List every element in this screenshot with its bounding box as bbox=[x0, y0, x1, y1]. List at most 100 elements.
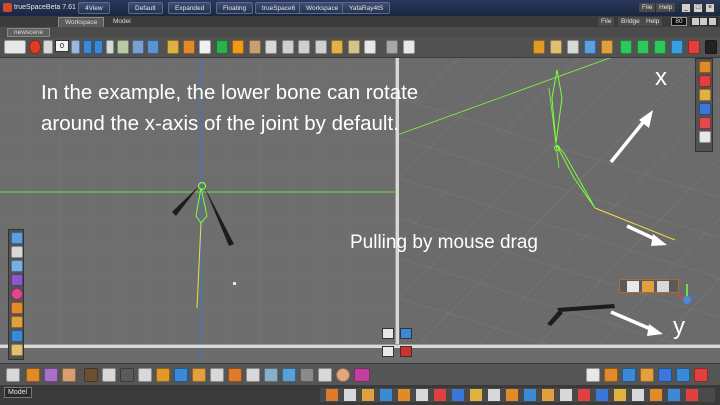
status-icon-11[interactable] bbox=[506, 389, 518, 401]
side-render-icon[interactable] bbox=[699, 117, 711, 129]
bottom-deform-icon[interactable] bbox=[44, 368, 58, 382]
side-select-icon[interactable] bbox=[11, 232, 23, 244]
layout-tab-expanded[interactable]: Expanded bbox=[168, 2, 212, 14]
bottom-bones-icon[interactable] bbox=[318, 368, 332, 382]
close-button[interactable]: × bbox=[705, 3, 715, 13]
arrow-down-icon[interactable] bbox=[403, 40, 415, 54]
joint-tool-icon[interactable] bbox=[315, 40, 327, 54]
widget-rotate-icon[interactable] bbox=[642, 281, 654, 292]
bottom-mesh-icon[interactable] bbox=[282, 368, 296, 382]
status-icon-8[interactable] bbox=[452, 389, 464, 401]
bottom-path-icon[interactable] bbox=[264, 368, 278, 382]
status-icon-19[interactable] bbox=[650, 389, 662, 401]
persp-lower-bone[interactable] bbox=[556, 145, 596, 209]
bottom-torus-icon[interactable] bbox=[156, 368, 170, 382]
side-text-icon[interactable] bbox=[11, 344, 23, 356]
menu-file-right[interactable]: File bbox=[598, 17, 615, 26]
paint-tool-icon[interactable] bbox=[216, 40, 228, 54]
tab-model[interactable]: Model bbox=[107, 17, 137, 27]
undo-icon[interactable] bbox=[132, 40, 144, 54]
upper-bone-left[interactable] bbox=[172, 186, 199, 216]
persp-bone-down[interactable] bbox=[547, 310, 563, 326]
status-icon-5[interactable] bbox=[398, 389, 410, 401]
viewport-camera-icon[interactable] bbox=[382, 346, 394, 357]
layout-tab-floating[interactable]: Floating bbox=[216, 2, 254, 14]
status-icon-4[interactable] bbox=[380, 389, 392, 401]
bottom-fit-icon[interactable] bbox=[658, 368, 672, 382]
status-icon-20[interactable] bbox=[668, 389, 680, 401]
link-tool-icon[interactable] bbox=[249, 40, 261, 54]
grid-view-icon[interactable] bbox=[567, 40, 579, 54]
bottom-reset-icon[interactable] bbox=[694, 368, 708, 382]
redo-icon[interactable] bbox=[147, 40, 159, 54]
status-icon-14[interactable] bbox=[560, 389, 572, 401]
frame-stepper-icon[interactable] bbox=[71, 40, 80, 54]
perspective-view-icon[interactable] bbox=[601, 40, 613, 54]
viewport-maximize-icon[interactable] bbox=[382, 328, 394, 339]
bottom-cone-icon[interactable] bbox=[138, 368, 152, 382]
copy-tool-icon[interactable] bbox=[199, 40, 211, 54]
arrow-up-icon[interactable] bbox=[386, 40, 398, 54]
axis-tool-icon[interactable] bbox=[620, 40, 632, 54]
side-cylinder-icon[interactable] bbox=[11, 316, 23, 328]
maximize-button[interactable]: □ bbox=[693, 3, 703, 13]
pose-tool-icon[interactable] bbox=[348, 40, 360, 54]
layout-tab-truespace6[interactable]: trueSpace6 bbox=[255, 2, 303, 14]
viewport-navigation-icon[interactable] bbox=[400, 328, 412, 339]
status-icon-16[interactable] bbox=[596, 389, 608, 401]
bottom-zoom-icon[interactable] bbox=[640, 368, 654, 382]
side-settings-icon[interactable] bbox=[699, 131, 711, 143]
menu-bridge[interactable]: Bridge bbox=[618, 17, 643, 26]
render-object-icon[interactable] bbox=[533, 40, 545, 54]
status-icon-10[interactable] bbox=[488, 389, 500, 401]
side-light-icon[interactable] bbox=[699, 89, 711, 101]
skin-tool-icon[interactable] bbox=[331, 40, 343, 54]
bottom-orbit-icon[interactable] bbox=[604, 368, 618, 382]
snap-tool-icon[interactable] bbox=[654, 40, 666, 54]
layout-tab-yafaray[interactable]: YafaRay4tS bbox=[342, 2, 391, 14]
bottom-sphere-icon[interactable] bbox=[102, 368, 116, 382]
bottom-pan-icon[interactable] bbox=[622, 368, 636, 382]
side-cube-icon[interactable] bbox=[11, 302, 23, 314]
keyframe-editor-icon[interactable] bbox=[117, 40, 129, 54]
bottom-plane-icon[interactable] bbox=[174, 368, 188, 382]
bottom-object-icon[interactable] bbox=[26, 368, 40, 382]
upper-bone-right[interactable] bbox=[204, 186, 234, 246]
bottom-plugin-icon[interactable] bbox=[354, 368, 370, 382]
y-axis-lock-icon[interactable] bbox=[671, 40, 683, 54]
menu-help-right[interactable]: Help bbox=[643, 17, 663, 26]
rewind-icon[interactable] bbox=[43, 40, 53, 54]
delete-tool-icon[interactable] bbox=[364, 40, 376, 54]
scene-tab[interactable]: newscene bbox=[7, 28, 51, 37]
status-icon-6[interactable] bbox=[416, 389, 428, 401]
side-paint-icon[interactable] bbox=[699, 75, 711, 87]
resize-icon[interactable] bbox=[700, 18, 707, 25]
bottom-grid-icon[interactable] bbox=[300, 368, 314, 382]
menu-file[interactable]: File bbox=[639, 3, 656, 12]
status-icon-7[interactable] bbox=[434, 389, 446, 401]
bottom-face-icon[interactable] bbox=[336, 368, 350, 382]
pivot-tool-icon[interactable] bbox=[637, 40, 649, 54]
z-axis-lock-icon[interactable] bbox=[688, 40, 700, 54]
joint-marker[interactable] bbox=[197, 181, 207, 191]
mode-label[interactable]: Model bbox=[4, 387, 32, 398]
side-plane-icon[interactable] bbox=[11, 330, 23, 342]
bottom-box-icon[interactable] bbox=[84, 368, 98, 382]
fast-forward-icon[interactable] bbox=[94, 40, 103, 54]
minimize-button[interactable]: _ bbox=[681, 3, 691, 13]
material-tool-icon[interactable] bbox=[232, 40, 244, 54]
light-tool-icon[interactable] bbox=[265, 40, 277, 54]
bottom-text-icon[interactable] bbox=[192, 368, 206, 382]
status-icon-2[interactable] bbox=[344, 389, 356, 401]
layout-tab-default[interactable]: Default bbox=[128, 2, 163, 14]
bottom-cylinder-icon[interactable] bbox=[120, 368, 134, 382]
menu-help[interactable]: Help bbox=[656, 3, 676, 12]
bottom-camera-icon[interactable] bbox=[246, 368, 260, 382]
bones-tool-icon[interactable] bbox=[282, 40, 294, 54]
ik-tool-icon[interactable] bbox=[298, 40, 310, 54]
bottom-sweep-icon[interactable] bbox=[62, 368, 76, 382]
lower-bone-line[interactable] bbox=[196, 222, 202, 309]
status-icon-12[interactable] bbox=[524, 389, 536, 401]
status-icon-1[interactable] bbox=[326, 389, 338, 401]
restore-icon[interactable] bbox=[692, 18, 699, 25]
